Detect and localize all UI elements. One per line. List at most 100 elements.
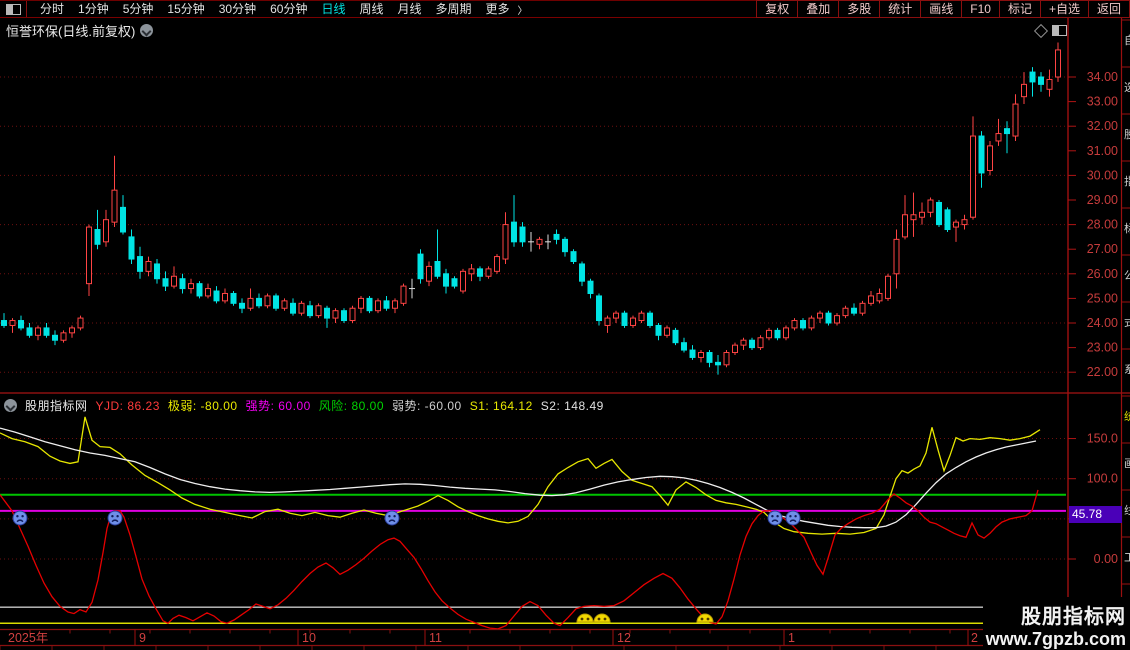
right-strip-item[interactable]: 自 — [1124, 34, 1130, 47]
candle-up — [537, 239, 542, 244]
candle-down — [1039, 77, 1044, 84]
right-strip-item[interactable]: 股 — [1124, 128, 1130, 141]
period-tab-0[interactable]: 分时 — [33, 1, 71, 17]
right-strip-item[interactable]: 工 — [1124, 552, 1130, 564]
candle-up — [359, 298, 364, 308]
right-strip-item[interactable]: 选 — [1124, 81, 1130, 94]
candle-up — [376, 301, 381, 311]
toolbar-button-多股[interactable]: 多股 — [838, 0, 879, 18]
candle-up — [78, 318, 83, 328]
indicator-axis-label: 150.0 — [1087, 432, 1118, 446]
sad-face-marker — [108, 511, 122, 525]
title-chevron-down-icon[interactable] — [140, 24, 153, 37]
candle-up — [503, 225, 508, 259]
price-axis-label: 32.00 — [1087, 119, 1118, 133]
right-strip-item[interactable]: 公 — [1124, 270, 1130, 282]
toolbar-button-复权[interactable]: 复权 — [756, 0, 797, 18]
indicator-axis-label: 100.0 — [1087, 472, 1118, 486]
candle-up — [427, 266, 432, 281]
price-axis-label: 34.00 — [1087, 70, 1118, 84]
month-label: 2 — [971, 631, 978, 645]
chart-corner-icons — [1036, 25, 1067, 36]
candle-down — [826, 313, 831, 323]
sad-face-marker — [13, 511, 27, 525]
candle-down — [435, 262, 440, 277]
candle-up — [741, 340, 746, 345]
indicator-chevron-down-icon[interactable] — [4, 399, 17, 412]
period-tab-6[interactable]: 日线 — [314, 1, 352, 17]
period-tab-10[interactable]: 更多 — [479, 1, 517, 17]
candle-up — [401, 286, 406, 303]
candle-up — [894, 239, 899, 273]
toolbar-button-返回[interactable]: 返回 — [1088, 0, 1130, 18]
period-tab-7[interactable]: 周线 — [352, 1, 390, 17]
candle-up — [996, 134, 1001, 141]
right-strip-item[interactable]: 标 — [1124, 221, 1130, 235]
candle-up — [172, 276, 177, 286]
candle-up — [146, 262, 151, 272]
toolbar-button-标记[interactable]: 标记 — [999, 0, 1040, 18]
mini-split-window-icon[interactable] — [1052, 25, 1067, 36]
candle-down — [19, 321, 24, 328]
candle-down — [44, 328, 49, 335]
toolbar-button-F10[interactable]: F10 — [961, 0, 999, 18]
candle-down — [342, 311, 347, 321]
price-axis-label: 24.00 — [1087, 316, 1118, 330]
toolbar-actions: 复权叠加多股统计画线F10标记+自选返回 — [756, 0, 1130, 18]
right-strip-item[interactable]: 系 — [1124, 363, 1130, 376]
toolbar-button-自选[interactable]: +自选 — [1040, 0, 1088, 18]
candle-down — [622, 313, 627, 325]
candle-up — [614, 313, 619, 318]
period-tab-4[interactable]: 30分钟 — [212, 1, 263, 17]
toolbar-button-叠加[interactable]: 叠加 — [797, 0, 838, 18]
right-strip-item[interactable]: 线 — [1124, 503, 1130, 517]
candle-down — [588, 281, 593, 293]
candle-down — [750, 340, 755, 347]
period-tab-9[interactable]: 多周期 — [429, 1, 479, 17]
candle-down — [231, 293, 236, 303]
period-menu: 分时1分钟5分钟15分钟30分钟60分钟日线周线月线多周期更多〉 — [33, 1, 756, 17]
candle-up — [835, 316, 840, 323]
candle-down — [163, 279, 168, 286]
candle-down — [95, 230, 100, 245]
period-tab-8[interactable]: 月线 — [391, 1, 429, 17]
candle-up — [104, 220, 109, 242]
candle-up — [869, 296, 874, 303]
candle-up — [758, 338, 763, 348]
toolbar-button-统计[interactable]: 统计 — [879, 0, 920, 18]
period-tab-2[interactable]: 5分钟 — [116, 1, 161, 17]
chart-canvas[interactable]: 34.0033.0032.0031.0030.0029.0028.0027.00… — [0, 0, 1130, 650]
indicator-field-2: 强势: 60.00 — [246, 397, 311, 414]
candle-up — [767, 330, 772, 337]
right-strip-item[interactable]: 式 — [1124, 316, 1130, 329]
price-axis-label: 29.00 — [1087, 193, 1118, 207]
candle-up — [911, 215, 916, 220]
candle-up — [333, 311, 338, 318]
price-axis-label: 26.00 — [1087, 267, 1118, 281]
candle-down — [308, 306, 313, 316]
right-strip-item[interactable]: 指 — [1124, 174, 1130, 188]
candle-down — [554, 234, 559, 239]
candle-up — [495, 257, 500, 272]
candle-up — [70, 328, 75, 333]
indicator-field-3: 风险: 80.00 — [319, 397, 384, 414]
candle-up — [928, 200, 933, 212]
stock-title-text: 恒誉环保(日线.前复权) — [6, 21, 135, 40]
candle-down — [512, 222, 517, 242]
candle-down — [979, 136, 984, 173]
period-tab-3[interactable]: 15分钟 — [160, 1, 211, 17]
right-strip-item[interactable]: 统 — [1124, 410, 1130, 423]
split-window-button[interactable] — [0, 1, 27, 17]
period-tab-5[interactable]: 60分钟 — [263, 1, 314, 17]
toolbar-button-画线[interactable]: 画线 — [920, 0, 961, 18]
indicator-field-1: 极弱: -80.00 — [168, 397, 238, 414]
indicator-field-5: S1: 164.12 — [470, 399, 533, 413]
candle-down — [214, 291, 219, 301]
month-label: 11 — [429, 631, 442, 645]
candle-up — [724, 353, 729, 365]
right-strip-item[interactable]: 画 — [1124, 458, 1130, 470]
watermark-site-url: www.7gpzb.com — [983, 629, 1126, 650]
candle-up — [639, 313, 644, 320]
candle-down — [418, 254, 423, 279]
period-tab-1[interactable]: 1分钟 — [71, 1, 116, 17]
